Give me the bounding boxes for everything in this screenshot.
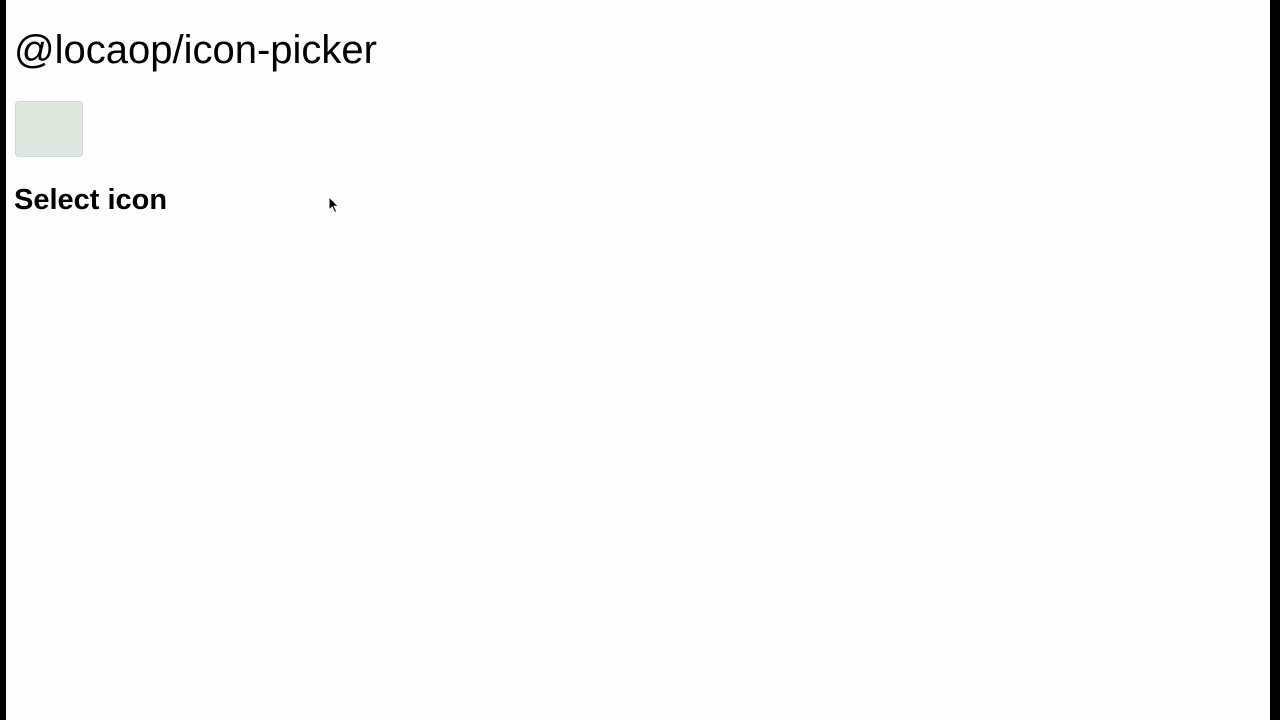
page-title: @locaop/icon-picker <box>14 28 377 72</box>
browser-viewport: @locaop/icon-picker Select icon <box>6 0 1270 720</box>
icon-picker-button[interactable] <box>15 101 83 157</box>
arrow-cursor-icon <box>328 196 340 214</box>
window-frame-edge <box>1270 0 1280 720</box>
select-icon-heading: Select icon <box>14 184 168 216</box>
